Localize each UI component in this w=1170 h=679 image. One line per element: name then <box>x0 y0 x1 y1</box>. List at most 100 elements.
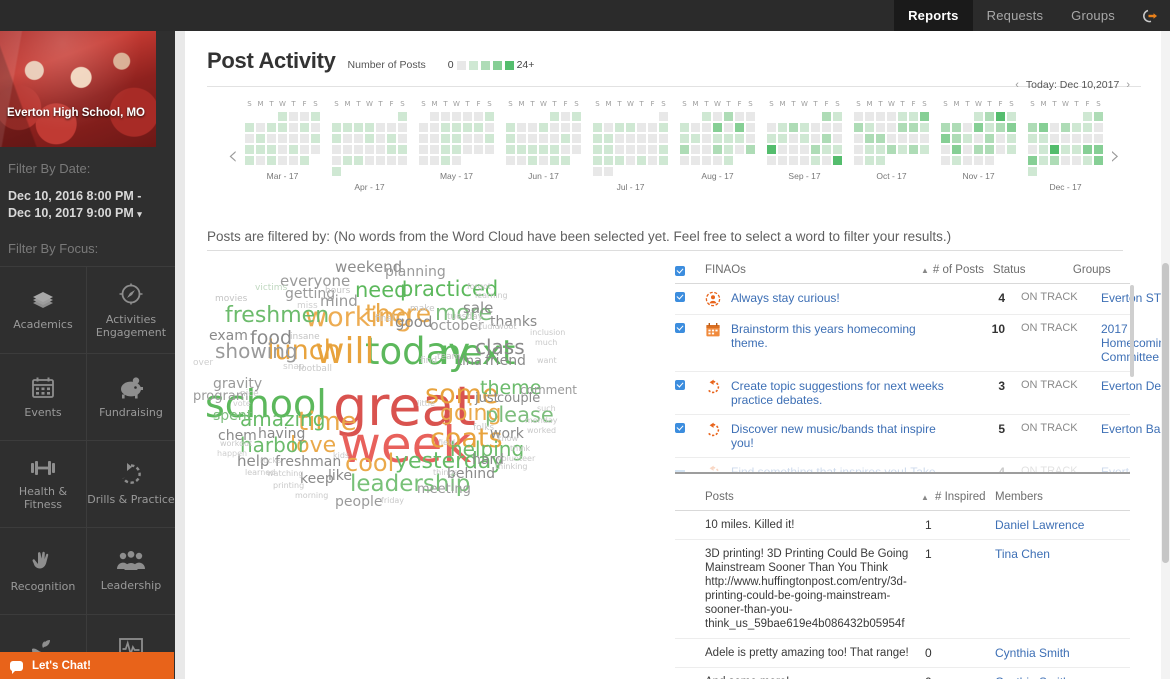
word-cloud-word[interactable]: learning <box>475 292 508 300</box>
heatmap-day-cell[interactable] <box>289 123 298 132</box>
heatmap-day-cell[interactable] <box>278 156 287 165</box>
heatmap-day-cell[interactable] <box>430 112 439 121</box>
finao-row-checkbox[interactable] <box>675 423 685 433</box>
heatmap-day-cell[interactable] <box>920 145 929 154</box>
word-cloud-word[interactable]: much <box>535 339 557 347</box>
heatmap-day-cell[interactable] <box>441 145 450 154</box>
lets-chat-button[interactable]: Let's Chat! <box>0 652 174 679</box>
heatmap-day-cell[interactable] <box>724 123 733 132</box>
heatmap-day-cell[interactable] <box>865 134 874 143</box>
finao-table-row[interactable]: Discover new music/bands that inspire yo… <box>675 415 1170 458</box>
heatmap-day-cell[interactable] <box>724 156 733 165</box>
finao-table-row[interactable]: Always stay curious! 4 ON TRACK Everton STE… <box>675 284 1170 315</box>
word-cloud-word[interactable]: tina <box>457 355 482 368</box>
heatmap-day-cell[interactable] <box>735 123 744 132</box>
heatmap-day-cell[interactable] <box>561 123 570 132</box>
word-cloud-word[interactable]: watching <box>267 470 303 478</box>
heatmap-day-cell[interactable] <box>1061 145 1070 154</box>
finao-row-group[interactable]: Everton Band <box>1101 422 1170 436</box>
heatmap-day-cell[interactable] <box>778 123 787 132</box>
heatmap-day-cell[interactable] <box>778 134 787 143</box>
heatmap-day-cell[interactable] <box>941 156 950 165</box>
heatmap-day-cell[interactable] <box>659 145 668 154</box>
heatmap-day-cell[interactable] <box>833 123 842 132</box>
heatmap-day-cell[interactable] <box>311 112 320 121</box>
heatmap-day-cell[interactable] <box>680 156 689 165</box>
heatmap-day-cell[interactable] <box>854 112 863 121</box>
heatmap-day-cell[interactable] <box>419 156 428 165</box>
heatmap-day-cell[interactable] <box>1072 156 1081 165</box>
heatmap-day-cell[interactable] <box>789 134 798 143</box>
heatmap-day-cell[interactable] <box>332 123 341 132</box>
heatmap-day-cell[interactable] <box>833 112 842 121</box>
word-cloud-word[interactable]: exam <box>209 329 248 343</box>
heatmap-day-cell[interactable] <box>1007 123 1016 132</box>
heatmap-day-cell[interactable] <box>985 123 994 132</box>
heatmap-day-cell[interactable] <box>659 156 668 165</box>
heatmap-day-cell[interactable] <box>691 134 700 143</box>
heatmap-day-cell[interactable] <box>735 112 744 121</box>
heatmap-day-cell[interactable] <box>996 145 1005 154</box>
heatmap-day-cell[interactable] <box>1028 134 1037 143</box>
heatmap-day-cell[interactable] <box>463 123 472 132</box>
posts-table-row[interactable]: Adele is pretty amazing too! That range!… <box>675 639 1130 668</box>
heatmap-day-cell[interactable] <box>485 134 494 143</box>
heatmap-day-cell[interactable] <box>300 134 309 143</box>
heatmap-day-cell[interactable] <box>267 145 276 154</box>
heatmap-day-cell[interactable] <box>452 134 461 143</box>
heatmap-day-cell[interactable] <box>267 134 276 143</box>
heatmap-day-cell[interactable] <box>615 134 624 143</box>
heatmap-day-cell[interactable] <box>1039 123 1048 132</box>
page-scrollbar-thumb[interactable] <box>1162 263 1169 563</box>
heatmap-day-cell[interactable] <box>278 112 287 121</box>
heatmap-day-cell[interactable] <box>963 134 972 143</box>
focus-item-drills-practice[interactable]: Drills & Practice <box>87 440 175 527</box>
heatmap-day-cell[interactable] <box>615 156 624 165</box>
finao-row-name[interactable]: Find something that inspires you! Take t… <box>731 465 947 472</box>
heatmap-day-cell[interactable] <box>1039 145 1048 154</box>
finao-row-checkbox[interactable] <box>675 323 685 333</box>
heatmap-day-cell[interactable] <box>746 134 755 143</box>
heatmap-day-cell[interactable] <box>474 145 483 154</box>
heatmap-day-cell[interactable] <box>898 145 907 154</box>
date-range-picker[interactable]: Dec 10, 2016 8:00 PM - Dec 10, 2017 9:00… <box>0 176 175 223</box>
heatmap-day-cell[interactable] <box>604 134 613 143</box>
word-cloud-word[interactable]: cool <box>345 451 394 475</box>
heatmap-day-cell[interactable] <box>811 134 820 143</box>
word-cloud-word[interactable]: over <box>193 359 213 368</box>
heatmap-day-cell[interactable] <box>441 112 450 121</box>
heatmap-day-cell[interactable] <box>593 123 602 132</box>
heatmap-day-cell[interactable] <box>300 123 309 132</box>
heatmap-day-cell[interactable] <box>311 134 320 143</box>
word-cloud-word[interactable]: printing <box>273 482 304 490</box>
heatmap-day-cell[interactable] <box>724 112 733 121</box>
heatmap-day-cell[interactable] <box>1083 134 1092 143</box>
finao-col-posts[interactable]: # of Posts <box>929 264 993 276</box>
heatmap-day-cell[interactable] <box>267 156 276 165</box>
heatmap-day-cell[interactable] <box>800 156 809 165</box>
finao-row-checkbox[interactable] <box>675 292 685 302</box>
heatmap-day-cell[interactable] <box>452 156 461 165</box>
heatmap-day-cell[interactable] <box>1094 134 1103 143</box>
heatmap-day-cell[interactable] <box>1094 145 1103 154</box>
heatmap-day-cell[interactable] <box>865 112 874 121</box>
heatmap-day-cell[interactable] <box>528 123 537 132</box>
heatmap-day-cell[interactable] <box>637 123 646 132</box>
finao-row-group[interactable]: 2017 Homecoming Committee <box>1101 322 1170 364</box>
heatmap-day-cell[interactable] <box>1083 123 1092 132</box>
nav-reports[interactable]: Reports <box>894 0 973 31</box>
finao-col-groups[interactable]: Groups <box>1073 264 1159 276</box>
heatmap-day-cell[interactable] <box>941 123 950 132</box>
heatmap-day-cell[interactable] <box>604 156 613 165</box>
heatmap-day-cell[interactable] <box>398 145 407 154</box>
focus-item-recognition[interactable]: Recognition <box>0 527 87 614</box>
heatmap-day-cell[interactable] <box>898 134 907 143</box>
heatmap-day-cell[interactable] <box>691 123 700 132</box>
heatmap-day-cell[interactable] <box>1050 123 1059 132</box>
heatmap-day-cell[interactable] <box>376 123 385 132</box>
heatmap-day-cell[interactable] <box>702 156 711 165</box>
heatmap-day-cell[interactable] <box>963 145 972 154</box>
heatmap-day-cell[interactable] <box>604 145 613 154</box>
heatmap-day-cell[interactable] <box>952 145 961 154</box>
heatmap-day-cell[interactable] <box>463 112 472 121</box>
